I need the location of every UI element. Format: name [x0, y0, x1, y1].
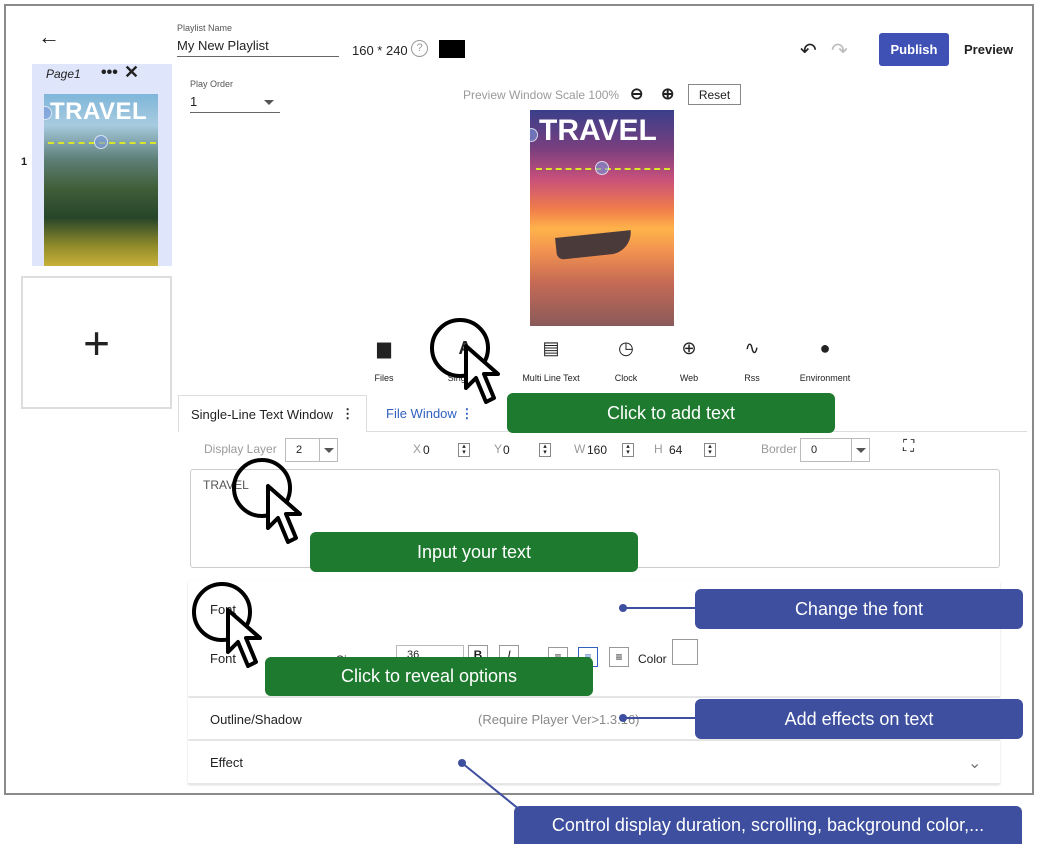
callout-add-text: Click to add text [507, 393, 835, 433]
callout-reveal-options: Click to reveal options [265, 657, 593, 696]
connector-dot [458, 759, 466, 767]
callout-add-effects: Add effects on text [695, 699, 1023, 739]
hand-cursor-icon [232, 458, 302, 544]
callout-change-font: Change the font [695, 589, 1023, 629]
callout-input-text: Input your text [310, 532, 638, 572]
hand-cursor-icon [430, 318, 500, 404]
hand-cursor-icon [192, 582, 262, 668]
callout-control-display: Control display duration, scrolling, bac… [514, 806, 1022, 844]
connector-dot [619, 604, 627, 612]
connector-dot [619, 714, 627, 722]
connector-line [461, 762, 521, 811]
